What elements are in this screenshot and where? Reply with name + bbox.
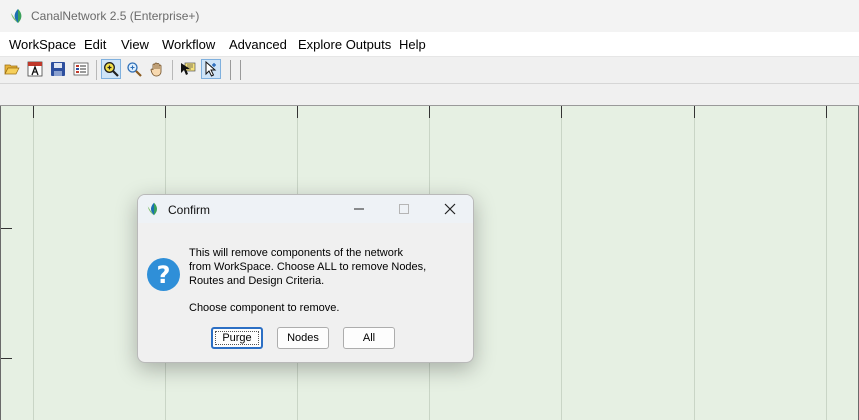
ruler-tick (0, 228, 12, 229)
save-button[interactable] (48, 59, 68, 79)
menu-view[interactable]: View (121, 37, 149, 52)
all-button[interactable]: All (343, 327, 395, 349)
close-icon (444, 203, 456, 215)
dialog-prompt: Choose component to remove. (189, 302, 340, 314)
dialog-title: Confirm (168, 203, 211, 217)
ruler-tick (165, 106, 166, 118)
menu-bar: WorkSpace Edit View Workflow Advanced Ex… (0, 32, 859, 57)
canvas-border (0, 106, 1, 420)
app-logo-icon (147, 202, 158, 216)
layers-button[interactable] (71, 59, 91, 79)
edit-node-button[interactable] (178, 59, 198, 79)
confirm-dialog: Confirm ? This will remove components of… (137, 194, 474, 363)
message-line: This will remove components of the netwo… (189, 247, 403, 259)
purge-button-label: Purge (222, 332, 252, 344)
menu-help[interactable]: Help (399, 37, 426, 52)
question-icon: ? (147, 258, 180, 291)
menu-explore-outputs[interactable]: Explore Outputs (298, 37, 391, 52)
toolbar-grip[interactable] (240, 60, 241, 80)
purge-button[interactable]: Purge (211, 327, 263, 349)
ruler-tick (297, 106, 298, 118)
select-pointer-icon (205, 61, 217, 77)
text-button[interactable] (25, 59, 45, 79)
select-button[interactable] (201, 59, 221, 79)
menu-workflow[interactable]: Workflow (162, 37, 215, 52)
ruler-tick (33, 106, 34, 118)
text-annotation-icon (27, 61, 43, 77)
ruler-tick (561, 106, 562, 118)
maximize-icon (399, 204, 409, 214)
app-title: CanalNetwork 2.5 (Enterprise+) (31, 9, 200, 23)
save-icon (51, 62, 65, 76)
menu-workspace[interactable]: WorkSpace (9, 37, 76, 52)
toolbar-separator (96, 60, 97, 80)
close-button[interactable] (427, 195, 473, 223)
zoom-window-button[interactable] (101, 59, 121, 79)
layers-icon (73, 62, 89, 76)
message-line: from WorkSpace. Choose ALL to remove Nod… (189, 261, 427, 273)
toolbar-grip[interactable] (230, 60, 231, 80)
minimize-button[interactable] (336, 195, 382, 223)
grid-line (33, 106, 34, 420)
message-line: Routes and Design Criteria. (189, 275, 325, 287)
maximize-button (381, 195, 427, 223)
menu-advanced[interactable]: Advanced (229, 37, 287, 52)
zoom-button[interactable] (124, 59, 144, 79)
ruler-tick (694, 106, 695, 118)
menu-edit[interactable]: Edit (84, 37, 106, 52)
app-titlebar: CanalNetwork 2.5 (Enterprise+) (0, 0, 859, 32)
edit-node-icon (181, 62, 196, 75)
nodes-button-label: Nodes (287, 332, 319, 344)
open-button[interactable] (2, 59, 22, 79)
zoom-icon (127, 62, 142, 77)
all-button-label: All (362, 332, 376, 344)
toolbar (0, 57, 859, 84)
pan-button[interactable] (147, 59, 167, 79)
toolbar-separator (172, 60, 173, 80)
secondary-toolbar (0, 84, 859, 106)
ruler-tick (0, 358, 12, 359)
minimize-icon (354, 208, 364, 210)
nodes-button[interactable]: Nodes (277, 327, 329, 349)
pan-hand-icon (150, 62, 162, 77)
zoom-window-icon (104, 62, 119, 77)
app-logo-icon (11, 9, 22, 23)
dialog-titlebar[interactable]: Confirm (138, 195, 473, 223)
folder-open-icon (4, 64, 20, 75)
ruler-tick (826, 106, 827, 118)
grid-line (561, 106, 562, 420)
dialog-message: This will remove components of the netwo… (189, 246, 459, 288)
grid-line (694, 106, 695, 420)
ruler-tick (429, 106, 430, 118)
grid-line (826, 106, 827, 420)
